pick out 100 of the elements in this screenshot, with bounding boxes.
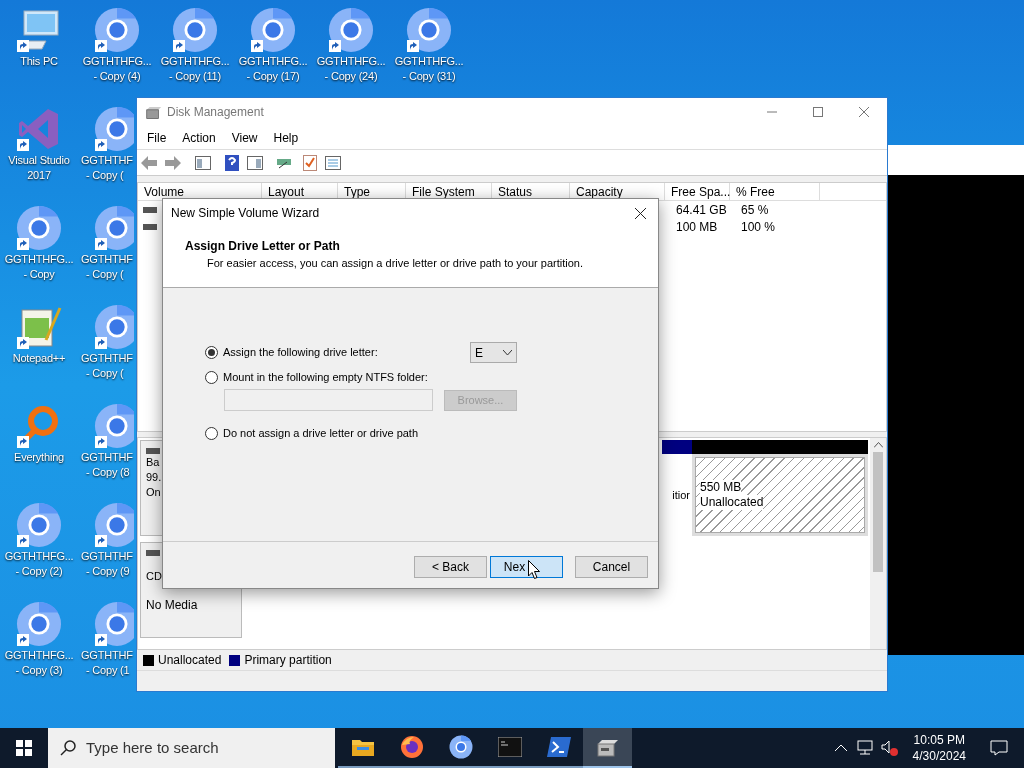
icon-label: GGTHTHFG... [4, 648, 74, 663]
console-tree-icon[interactable] [195, 155, 211, 170]
terminal-icon [497, 737, 522, 757]
icon-label: - Copy ( [86, 366, 124, 381]
radio-button[interactable] [205, 427, 218, 440]
shortcut-arrow-icon [95, 436, 107, 448]
desktop-icon[interactable]: Visual Studio 2017 [0, 105, 78, 195]
desktop-icon[interactable]: GGTHTHF - Copy ( [78, 105, 134, 195]
icon-label: - Copy (1 [86, 663, 130, 678]
disk-label: CD [146, 569, 163, 584]
icon-label: GGTHTHF [81, 153, 133, 168]
radio-option[interactable]: Mount in the following empty NTFS folder: [205, 367, 470, 388]
scrollbar[interactable] [870, 438, 886, 649]
desktop-icon[interactable]: GGTHTHFG... - Copy (4) [78, 6, 156, 96]
legend-label: Unallocated [158, 652, 222, 669]
windows-start-icon[interactable] [16, 740, 32, 756]
menu-item[interactable]: File [139, 128, 175, 147]
back-arrow-icon[interactable] [141, 155, 157, 170]
icon-label: GGTHTHF [81, 351, 133, 366]
window-title: Disk Management [167, 104, 264, 121]
checklist-icon[interactable] [303, 154, 317, 171]
icon-label: GGTHTHF [81, 648, 133, 663]
folder-icon [350, 737, 375, 757]
menu-item[interactable]: View [223, 128, 266, 147]
desktop-icon[interactable]: GGTHTHFG... - Copy (17) [234, 6, 312, 96]
scroll-up-icon[interactable] [873, 442, 883, 448]
close-icon[interactable] [635, 207, 646, 219]
radio-button[interactable] [205, 371, 218, 384]
icon-label: GGTHTHF [81, 450, 133, 465]
browser-icon [16, 502, 62, 548]
icon-label: - Copy (3) [15, 663, 63, 678]
properties-icon[interactable] [325, 155, 341, 170]
legend-label: Primary partition [244, 652, 332, 669]
icon-label: GGTHTHF [81, 549, 133, 564]
muted-speaker-icon[interactable] [880, 740, 899, 756]
column-header[interactable]: Free Spa... [665, 183, 730, 200]
icon-label: - Copy (9 [86, 564, 130, 579]
chevron-down-icon [503, 349, 512, 356]
desktop-icon[interactable]: This PC [0, 6, 78, 96]
drive-letter-dropdown[interactable]: E [470, 342, 517, 363]
browser-icon [250, 7, 296, 53]
clock-time[interactable]: 10:05 PM [913, 732, 965, 748]
dialog-button[interactable]: < Back [414, 556, 487, 578]
browser-icon [328, 7, 374, 53]
icon-label: Visual Studio [8, 153, 70, 168]
radio-option[interactable]: Do not assign a drive letter or drive path [205, 423, 470, 444]
browser-icon [94, 7, 140, 53]
shortcut-arrow-icon [95, 238, 107, 250]
icon-label: GGTHTHFG... [394, 54, 464, 69]
maximize-icon[interactable] [813, 107, 823, 117]
desktop-icon[interactable]: GGTHTHFG... - Copy (24) [312, 6, 390, 96]
chevron-up-icon[interactable] [834, 744, 847, 752]
icon-label: 2017 [27, 168, 51, 183]
icon-label: - Copy (11) [169, 69, 221, 84]
disk-label: Ba [146, 455, 161, 470]
search-field[interactable]: Type here to search [48, 728, 335, 768]
dialog-button[interactable]: Cancel [575, 556, 648, 578]
shortcut-arrow-icon [95, 139, 107, 151]
icon-label: GGTHTHFG... [4, 549, 74, 564]
menu-item[interactable]: Action [174, 128, 224, 147]
browser-icon [406, 7, 452, 53]
forward-arrow-icon[interactable] [165, 155, 181, 170]
network-icon[interactable] [854, 740, 873, 756]
icon-label: - Copy ( [86, 267, 124, 282]
drive-icon [146, 447, 160, 455]
mouse-cursor-icon [528, 560, 541, 580]
icon-label: - Copy (17) [246, 69, 300, 84]
action-pane-icon[interactable] [247, 155, 263, 170]
icon-label: - Copy (31) [402, 69, 456, 84]
desktop-icon[interactable]: GGTHTHFG... - Copy (11) [156, 6, 234, 96]
partition-label: itior [672, 487, 690, 503]
shortcut-arrow-icon [17, 337, 29, 349]
shortcut-arrow-icon [17, 634, 29, 646]
shortcut-arrow-icon [173, 40, 185, 52]
browser-icon [16, 205, 62, 251]
clock-date[interactable]: 4/30/2024 [912, 748, 966, 764]
dialog-button[interactable]: Nex [490, 556, 563, 578]
radio-button[interactable] [205, 346, 218, 359]
radio-option[interactable]: Assign the following drive letter: [205, 342, 470, 363]
table-cell-text: 65 % [740, 201, 770, 219]
help-icon[interactable] [225, 154, 239, 171]
browser-icon [172, 7, 218, 53]
icon-label: - Copy [23, 267, 55, 282]
table-cell-text: 100 MB [675, 218, 719, 236]
desktop-icon[interactable]: GGTHTHFG... - Copy (31) [390, 6, 468, 96]
notification-icon[interactable] [990, 740, 1008, 756]
icon-label: Everything [14, 450, 64, 465]
table-cell-text: 100 % [740, 218, 777, 236]
shortcut-arrow-icon [251, 40, 263, 52]
unallocated-block[interactable]: 550 MB Unallocated [692, 440, 868, 536]
unallocated-label: Unallocated [700, 495, 764, 510]
drive-icon [143, 205, 157, 214]
icon-label: GGTHTHFG... [82, 54, 152, 69]
dialog-title: New Simple Volume Wizard [171, 205, 320, 222]
taskbar-app[interactable] [583, 728, 632, 768]
menu-item[interactable]: Help [265, 128, 307, 147]
column-header[interactable]: % Free [730, 183, 820, 200]
disk-management-icon [145, 104, 163, 120]
icon-label: GGTHTHF [81, 252, 133, 267]
shortcut-arrow-icon [95, 634, 107, 646]
